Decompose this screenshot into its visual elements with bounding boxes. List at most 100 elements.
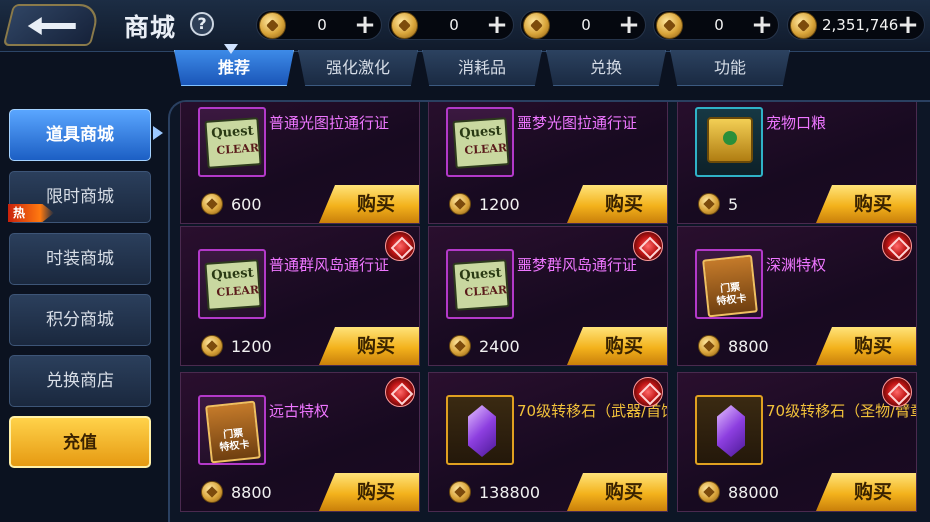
price-coin-icon (201, 481, 223, 503)
currency-2: 0 + (388, 10, 514, 40)
buy-button[interactable]: 购买 (319, 327, 419, 365)
help-icon[interactable]: ? (190, 12, 214, 36)
currency-value: 2,351,746 (822, 16, 899, 34)
item-icon[interactable] (446, 395, 514, 465)
item-price: 8800 (231, 483, 272, 502)
currency-value: 0 (714, 16, 724, 34)
sidebar-item-exchange-store[interactable]: 兑换商店 (9, 355, 151, 407)
sidebar-item-points-shop[interactable]: 积分商城 (9, 294, 151, 346)
clear-label: CLEAR (216, 141, 260, 158)
price-coin-icon (698, 193, 720, 215)
item-price: 1200 (231, 337, 272, 356)
shop-item-card[interactable]: Quest CLEAR 普通光图拉通行证 600 购买 (180, 102, 420, 224)
red-seal-icon (385, 231, 415, 261)
buy-button[interactable]: 购买 (567, 185, 667, 223)
add-currency-button[interactable]: + (750, 12, 774, 38)
currency-4: 0 + (653, 10, 779, 40)
item-price: 5 (728, 195, 739, 214)
item-name: 噩梦光图拉通行证 (517, 114, 638, 132)
currency-value: 0 (317, 16, 327, 34)
item-price: 2400 (479, 337, 520, 356)
shop-item-card[interactable]: 门票 特权卡 远古特权 8800 购买 (180, 372, 420, 512)
buy-button[interactable]: 购买 (816, 185, 916, 223)
currency-value: 0 (581, 16, 591, 34)
price-coin-icon (449, 335, 471, 357)
add-currency-button[interactable]: + (485, 12, 509, 38)
item-icon[interactable]: 门票 特权卡 (198, 395, 266, 465)
sidebar: 道具商城 限时商城 时装商城 积分商城 兑换商店 充值 热 (0, 100, 170, 522)
shop-item-card[interactable]: Quest CLEAR 噩梦光图拉通行证 1200 购买 (428, 102, 668, 224)
back-arrow-icon (27, 17, 76, 35)
shop-item-card[interactable]: 门票 特权卡 深渊特权 8800 购买 (677, 226, 917, 366)
coin-icon (391, 12, 418, 39)
item-name: 普通光图拉通行证 (269, 114, 390, 132)
item-name: 宠物口粮 (766, 114, 827, 132)
shop-item-card[interactable]: Quest CLEAR 噩梦群风岛通行证 2400 购买 (428, 226, 668, 366)
tab-exchange[interactable]: 兑换 (546, 50, 666, 86)
privilege-ticket-icon: 门票 特权卡 (205, 400, 261, 464)
shop-item-card[interactable]: Quest CLEAR 普通群风岛通行证 1200 购买 (180, 226, 420, 366)
quest-clear-pass-icon: Quest CLEAR (452, 117, 510, 169)
currency-1: 0 + (256, 10, 382, 40)
currency-value: 0 (449, 16, 459, 34)
red-seal-icon (633, 377, 663, 407)
add-currency-button[interactable]: + (896, 12, 920, 38)
sidebar-item-item-shop[interactable]: 道具商城 (9, 109, 151, 161)
currency-5: 2,351,746 + (787, 10, 925, 40)
item-icon[interactable] (695, 107, 763, 177)
price-coin-icon (698, 481, 720, 503)
top-bar: 商城 ? 0 + 0 + 0 + 0 + 2,351,746 + (0, 0, 930, 52)
buy-button[interactable]: 购买 (319, 473, 419, 511)
shop-item-card[interactable]: 70级转移石（武器/首饰）138800购买 (428, 372, 668, 512)
quest-clear-pass-icon: Quest CLEAR (452, 259, 510, 311)
buy-button[interactable]: 购买 (567, 473, 667, 511)
shop-item-card[interactable]: 宠物口粮 5 购买 (677, 102, 917, 224)
recharge-button[interactable]: 充值 (9, 416, 151, 468)
quest-clear-pass-icon: Quest CLEAR (204, 259, 262, 311)
transfer-stone-crystal-icon (717, 405, 745, 457)
price-coin-icon (201, 193, 223, 215)
red-seal-icon (882, 231, 912, 261)
back-button[interactable] (2, 4, 102, 46)
item-icon[interactable]: Quest CLEAR (198, 107, 266, 177)
item-icon[interactable]: Quest CLEAR (446, 107, 514, 177)
add-currency-button[interactable]: + (353, 12, 377, 38)
item-price: 1200 (479, 195, 520, 214)
quest-label: Quest (210, 265, 255, 284)
clear-label: CLEAR (216, 283, 260, 300)
price-coin-icon (698, 335, 720, 357)
quest-label: Quest (458, 123, 503, 142)
item-price: 600 (231, 195, 262, 214)
page-title: 商城 (124, 13, 177, 42)
locked-coin-icon (523, 12, 550, 39)
tab-enhance[interactable]: 强化激化 (298, 50, 418, 86)
red-seal-icon (633, 231, 663, 261)
pet-food-pack-icon (707, 117, 753, 163)
price-coin-icon (449, 481, 471, 503)
red-seal-icon (385, 377, 415, 407)
locked-gold-coin-icon (790, 12, 817, 39)
quest-label: Quest (210, 123, 255, 142)
buy-button[interactable]: 购买 (816, 327, 916, 365)
coin-icon (259, 12, 286, 39)
item-price: 138800 (479, 483, 541, 502)
sidebar-item-fashion-shop[interactable]: 时装商城 (9, 233, 151, 285)
shop-item-card[interactable]: 70级转移石（圣物/臂章）88000购买 (677, 372, 917, 512)
shop-grid: Quest CLEAR 普通光图拉通行证 600 购买 Quest CLEAR 噩梦光图拉通行… (168, 100, 930, 522)
buy-button[interactable]: 购买 (816, 473, 916, 511)
price-coin-icon (449, 193, 471, 215)
item-icon[interactable]: Quest CLEAR (446, 249, 514, 319)
item-icon[interactable]: Quest CLEAR (198, 249, 266, 319)
tab-recommended[interactable]: 推荐 (174, 50, 294, 86)
gold-coin-icon (656, 12, 683, 39)
tab-functions[interactable]: 功能 (670, 50, 790, 86)
buy-button[interactable]: 购买 (567, 327, 667, 365)
quest-label: Quest (458, 265, 503, 284)
item-icon[interactable]: 门票 特权卡 (695, 249, 763, 319)
quest-clear-pass-icon: Quest CLEAR (204, 117, 262, 169)
add-currency-button[interactable]: + (617, 12, 641, 38)
price-coin-icon (201, 335, 223, 357)
tab-consumables[interactable]: 消耗品 (422, 50, 542, 86)
buy-button[interactable]: 购买 (319, 185, 419, 223)
item-icon[interactable] (695, 395, 763, 465)
